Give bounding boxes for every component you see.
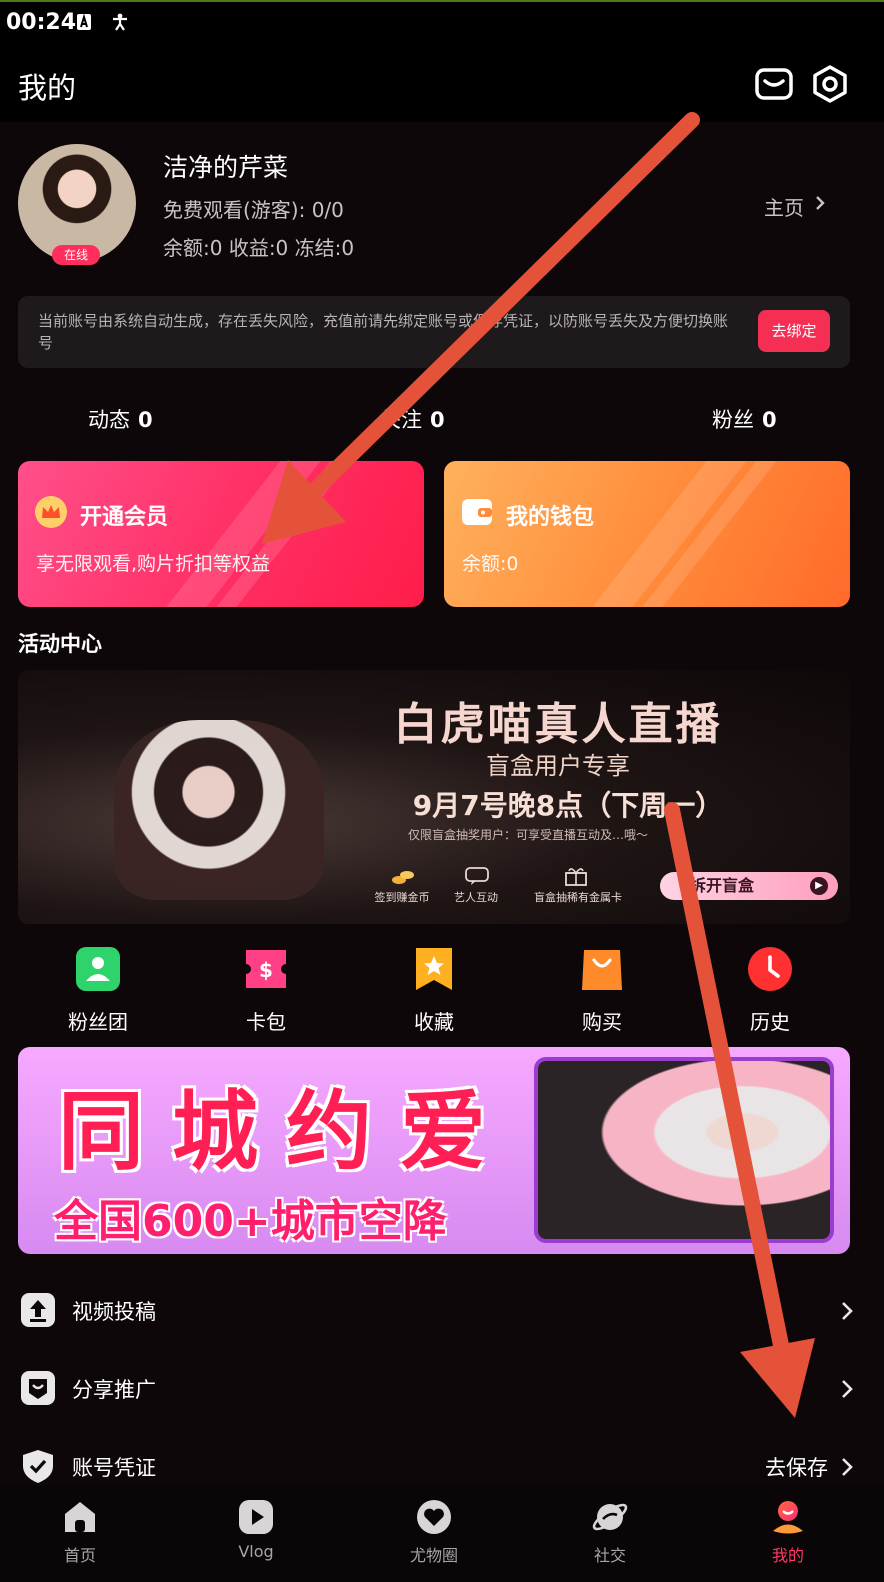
stat-label: 粉丝 [712,408,754,432]
username: 洁净的芹菜 [163,153,289,182]
quick-action-fan-club[interactable]: 粉丝团 [58,944,138,1034]
tab-social[interactable]: 社交 [550,1486,670,1582]
menu-item-label: 账号凭证 [72,1456,156,1480]
top-bar: 我的 [0,44,884,122]
wallet-card-desc: 余额:0 [462,553,519,575]
city-banner-subtitle: 全国600+城市空降 [54,1196,447,1247]
shopping-bag-icon [582,950,622,990]
status-time: 00:24 [6,10,77,35]
quick-action-buy[interactable]: 购买 [562,944,642,1034]
account-notice: 当前账号由系统自动生成，存在丢失风险，充值前请先绑定账号或保存凭证，以防账号丢失… [18,296,850,368]
bottom-tab-bar: 首页 Vlog 尤物圈 社交 我的 [0,1486,884,1582]
stat-value: 0 [430,408,445,432]
gift-icon [565,868,587,886]
live-banner-date: 9月7号晚8点（下周一） [412,789,724,822]
keyboard-a-icon [77,13,91,30]
favorite-icon [416,948,452,990]
share-icon [21,1371,55,1405]
notice-text: 当前账号由系统自动生成，存在丢失风险，充值前请先绑定账号或保存凭证，以防账号丢失… [38,312,729,352]
profile-icon [773,1501,803,1534]
tab-vlog[interactable]: Vlog [196,1486,316,1582]
coins-icon [392,871,414,884]
wallet-icon [462,499,492,525]
homepage-link[interactable]: 主页 [764,192,804,221]
quick-action-label: 历史 [750,1010,790,1034]
live-feature: 艺人互动 [454,891,498,904]
wallet-card[interactable]: 我的钱包 余额:0 [444,461,850,607]
activity-center-title: 活动中心 [18,632,102,656]
tab-label: 我的 [771,1546,804,1565]
balance-info: 余额:0 收益:0 冻结:0 [163,236,355,260]
settings-icon[interactable] [810,64,850,104]
chevron-right-icon [842,1302,853,1320]
stat-label: 关注 [380,408,422,432]
tab-label: 首页 [63,1546,96,1565]
play-icon [239,1500,273,1534]
home-icon [65,1502,95,1532]
planet-icon [592,1503,628,1531]
live-stream-banner[interactable]: 白虎喵真人直播 盲盒用户专享 9月7号晚8点（下周一） 仅限盲盒抽奖用户：可享受… [18,670,850,924]
status-bar: 00:24 [0,0,884,44]
quick-action-history[interactable]: 历史 [730,944,810,1034]
live-banner-note: 仅限盲盒抽奖用户：可享受直播互动及…哦～ [408,828,649,842]
live-banner-title: 白虎喵真人直播 [393,699,723,750]
quick-action-label: 卡包 [246,1010,286,1034]
online-badge: 在线 [52,245,100,265]
svg-text:$: $ [259,958,273,982]
arrow-right-icon: ▶ [810,877,828,895]
open-blind-box-button[interactable]: 拆开盲盒 ▶ [660,872,838,900]
shield-check-icon [23,1450,53,1483]
go-save-link[interactable]: 去保存 [765,1452,828,1482]
quick-action-label: 购买 [582,1010,622,1034]
crown-icon [35,496,67,528]
live-banner-subtitle: 盲盒用户专享 [486,752,630,780]
history-clock-icon [748,947,792,991]
live-feature: 盲盒抽稀有金属卡 [534,891,622,904]
chevron-right-icon [842,1380,853,1398]
chevron-right-icon [842,1458,853,1476]
bind-account-button[interactable]: 去绑定 [758,310,830,352]
banner-photo [114,720,324,900]
open-blind-box-label: 拆开盲盒 [690,876,755,895]
quick-action-card-pack[interactable]: $ 卡包 [226,944,306,1034]
city-dating-banner[interactable]: 同城约爱 全国600+城市空降 [18,1047,850,1254]
free-watch-info: 免费观看(游客): 0/0 [163,198,344,222]
menu-item-share-promote[interactable]: 分享推广 [0,1354,884,1424]
stat-label: 动态 [88,408,130,432]
page-title: 我的 [18,71,77,105]
fan-club-icon [76,947,120,991]
stat-following[interactable]: 关注 0 [380,404,445,434]
chat-icon [465,867,489,885]
quick-action-label: 粉丝团 [68,1010,128,1034]
menu-item-label: 视频投稿 [72,1300,156,1324]
profile-section: 在线 洁净的芹菜 免费观看(游客): 0/0 余额:0 收益:0 冻结:0 主页 [0,122,884,282]
accessibility-icon [113,13,127,31]
vip-card-title: 开通会员 [80,505,169,530]
card-pack-icon: $ [246,950,286,988]
quick-action-label: 收藏 [414,1010,454,1034]
vip-card-desc: 享无限观看,购片折扣等权益 [36,553,271,575]
stat-posts[interactable]: 动态 0 [88,404,153,434]
heart-bubble-icon [417,1500,451,1534]
tab-youwu-circle[interactable]: 尤物圈 [374,1486,494,1582]
message-icon[interactable] [754,64,794,104]
vip-card[interactable]: 开通会员 享无限观看,购片折扣等权益 [18,461,424,607]
tab-label: Vlog [238,1542,274,1561]
tab-home[interactable]: 首页 [20,1486,140,1582]
stat-value: 0 [138,408,153,432]
upload-icon [21,1293,55,1327]
stat-fans[interactable]: 粉丝 0 [712,404,777,434]
tab-label: 尤物圈 [409,1546,458,1565]
city-banner-title: 同城约爱 [58,1082,514,1182]
stat-value: 0 [762,408,777,432]
menu-item-video-upload[interactable]: 视频投稿 [0,1276,884,1346]
chevron-right-icon [816,196,825,210]
quick-action-favorite[interactable]: 收藏 [394,944,474,1034]
tab-mine[interactable]: 我的 [728,1486,848,1582]
banner-photo [534,1057,834,1243]
menu-item-label: 分享推广 [72,1378,156,1402]
tab-label: 社交 [593,1546,626,1565]
wallet-card-title: 我的钱包 [506,505,595,530]
